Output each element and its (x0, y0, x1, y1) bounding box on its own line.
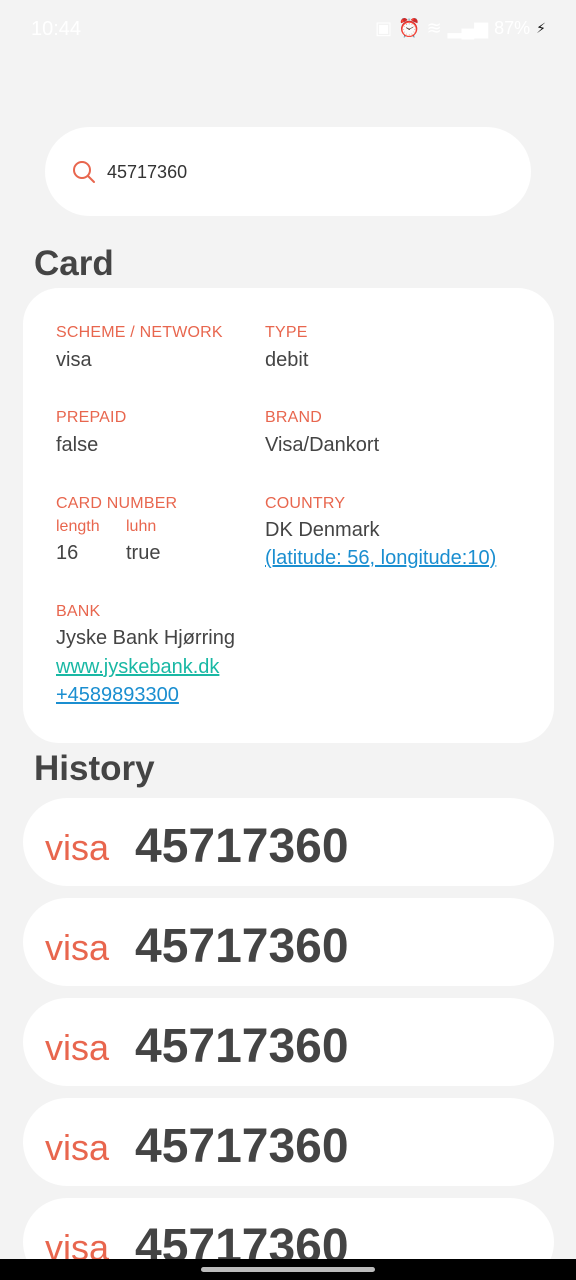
wifi-icon: ≋ (426, 18, 442, 38)
history-scheme: visa (45, 1027, 110, 1068)
status-icons: ▣ ⏰ ≋ ▂▄▆ 87% ⚡ (375, 18, 546, 39)
bank-label: BANK (56, 603, 101, 620)
card-info-panel: SCHEME / NETWORK visa TYPE debit PREPAID… (23, 288, 554, 743)
home-gesture-handle[interactable] (201, 1267, 375, 1272)
charging-icon: ⚡ (536, 20, 546, 36)
search-bar[interactable] (45, 127, 531, 216)
history-item[interactable]: visa 45717360 (23, 998, 554, 1086)
length-label: length (56, 518, 100, 535)
search-input[interactable] (107, 157, 487, 187)
history-section-title: History (34, 749, 155, 788)
scheme-label: SCHEME / NETWORK (56, 324, 223, 341)
status-bar: 10:44 ▣ ⏰ ≋ ▂▄▆ 87% ⚡ (0, 0, 576, 60)
type-value: debit (265, 349, 309, 371)
history-item[interactable]: visa 45717360 (23, 1098, 554, 1186)
country-coordinates-link[interactable]: (latitude: 56, longitude:10) (265, 547, 496, 570)
history-scheme: visa (45, 827, 110, 868)
history-item[interactable]: visa 45717360 (23, 898, 554, 986)
type-label: TYPE (265, 324, 308, 341)
bank-name: Jyske Bank Hjørring (56, 627, 235, 649)
bank-phone-link[interactable]: +4589893300 (56, 684, 179, 707)
search-icon (73, 161, 95, 183)
history-number: 45717360 (135, 820, 349, 873)
prepaid-value: false (56, 434, 99, 456)
country-value: DK Denmark (265, 519, 380, 541)
battery-percent: 87% (494, 18, 531, 38)
brand-value: Visa/Dankort (265, 434, 380, 456)
history-scheme: visa (45, 1127, 110, 1168)
history-item[interactable]: visa 45717360 (23, 798, 554, 886)
luhn-value: true (126, 542, 161, 564)
country-label: COUNTRY (265, 495, 346, 512)
notification-icon: ▣ (375, 18, 393, 38)
history-scheme: visa (45, 927, 110, 968)
luhn-label: luhn (126, 518, 157, 535)
bank-url-link[interactable]: www.jyskebank.dk (56, 656, 219, 679)
brand-label: BRAND (265, 409, 323, 426)
history-number: 45717360 (135, 920, 349, 973)
signal-icon: ▂▄▆ (447, 18, 489, 38)
prepaid-label: PREPAID (56, 409, 127, 426)
card-number-label: CARD NUMBER (56, 495, 178, 512)
card-section-title: Card (34, 244, 114, 283)
history-number: 45717360 (135, 1120, 349, 1173)
navigation-bar (0, 1259, 576, 1280)
status-time: 10:44 (31, 18, 82, 40)
scheme-value: visa (56, 349, 92, 371)
alarm-icon: ⏰ (398, 18, 421, 38)
history-number: 45717360 (135, 1020, 349, 1073)
length-value: 16 (56, 542, 79, 564)
